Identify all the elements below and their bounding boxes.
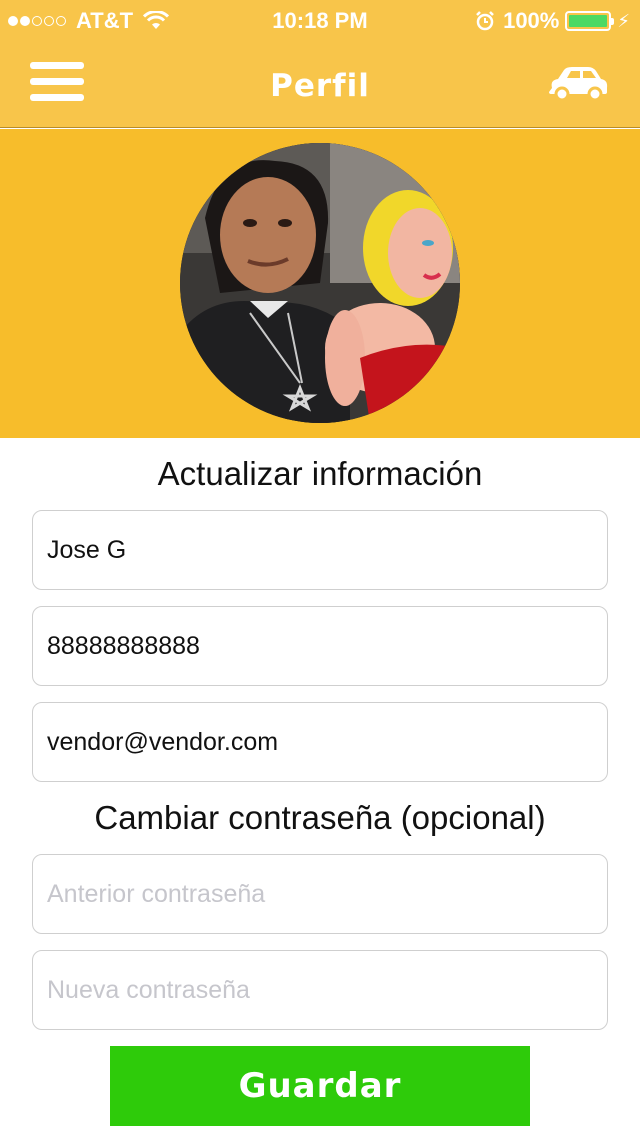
status-right: 100% ⚡ [475,8,630,34]
battery-level [569,15,608,27]
alarm-clock-icon [476,11,494,31]
update-info-title: Actualizar información [157,455,483,492]
charging-bolt-icon: ⚡ [617,10,630,31]
battery-icon [565,11,615,31]
name-field[interactable] [32,510,608,590]
profile-banner [0,129,640,438]
status-bar: AT&T 10:18 PM 100% ⚡ [0,0,640,40]
profile-avatar[interactable] [180,143,460,423]
avatar-photo [180,143,460,423]
change-password-title: Cambiar contraseña (opcional) [94,799,546,836]
save-button[interactable]: Guardar [110,1046,530,1126]
email-field[interactable] [32,702,608,782]
page-title: Perfil [270,68,370,104]
battery-percentage: 100% [503,8,560,33]
phone-field[interactable] [32,606,608,686]
new-password-field[interactable] [32,950,608,1030]
navigation-bar: Perfil [0,40,640,128]
old-password-field[interactable] [32,854,608,934]
car-icon[interactable] [546,64,610,100]
